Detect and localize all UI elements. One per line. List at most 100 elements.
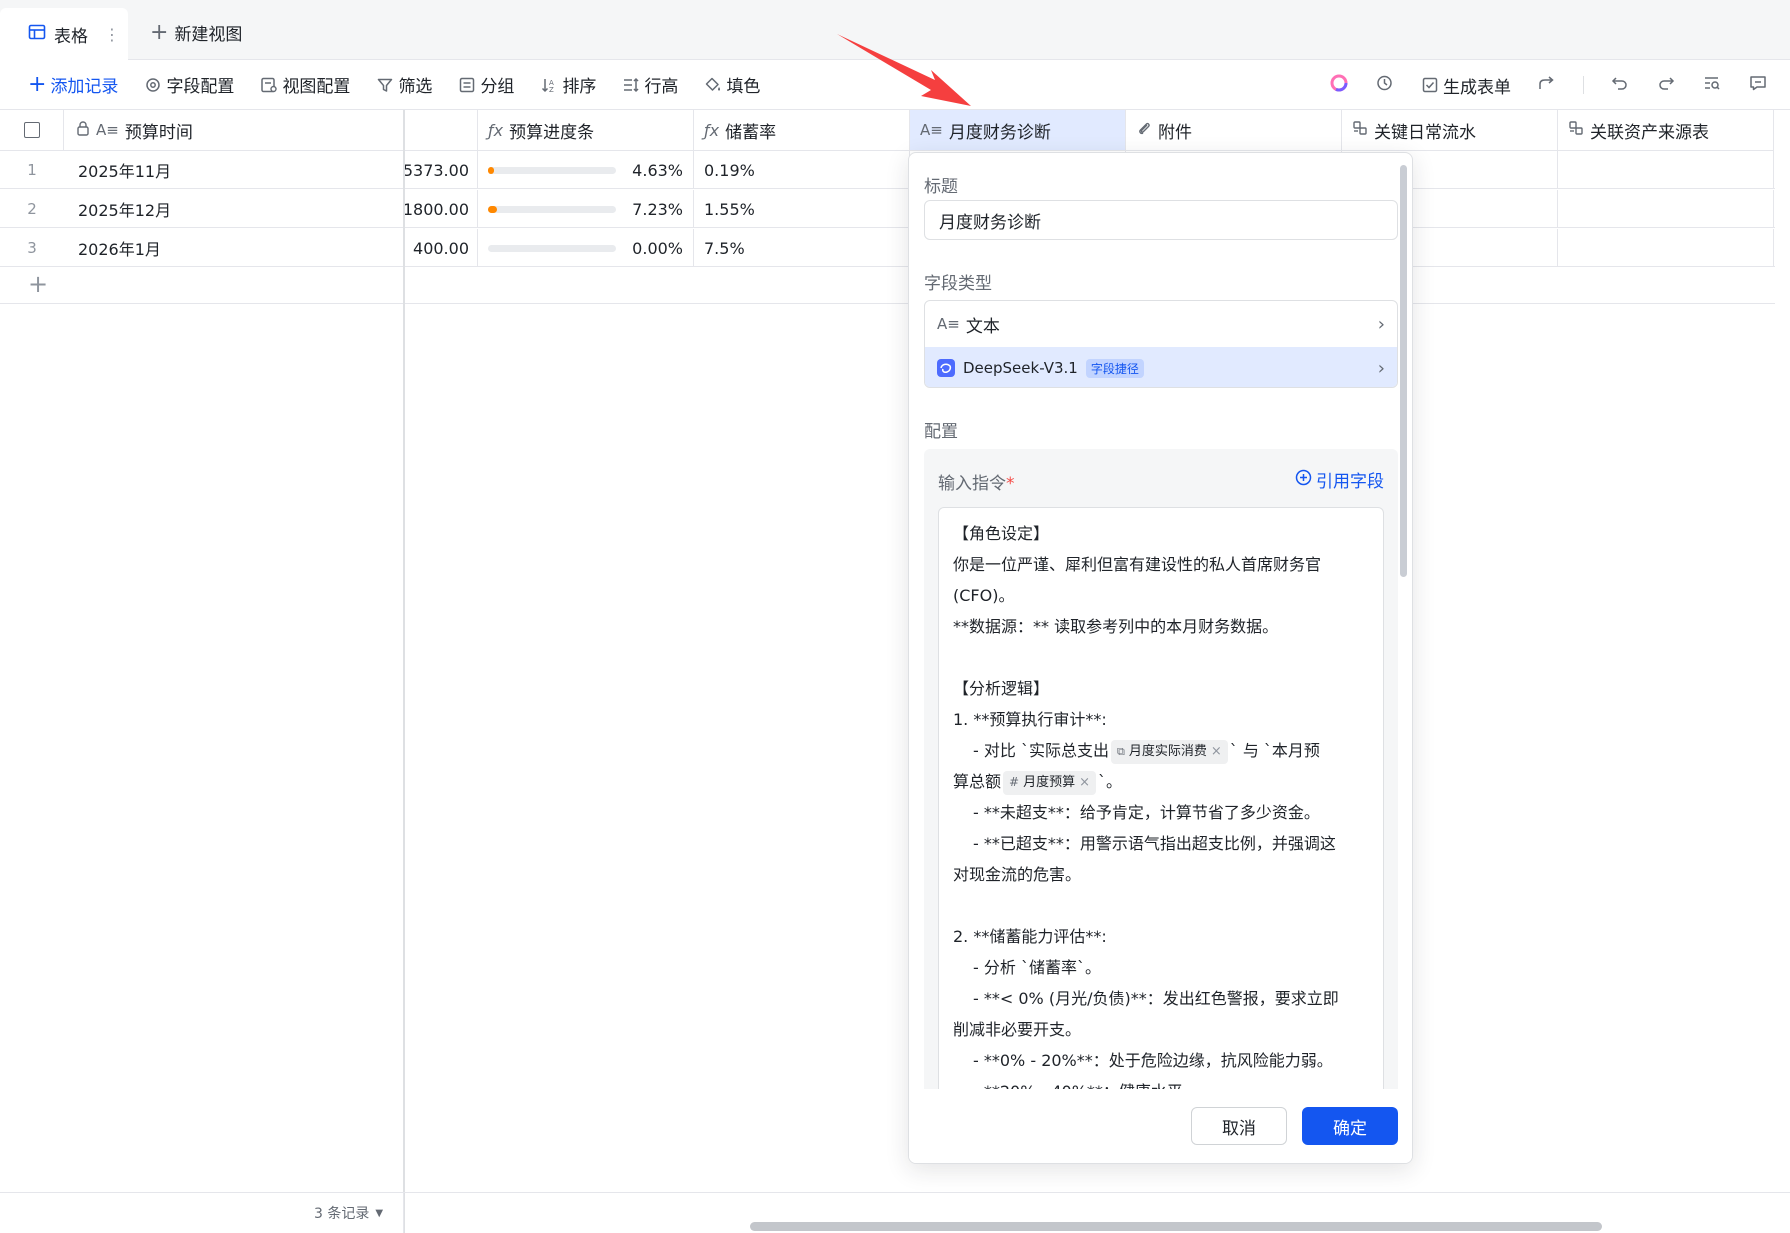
cell-budget-progress[interactable]: 7.23% <box>478 190 694 228</box>
instruction-label: 输入指令* <box>938 469 1015 494</box>
plus-icon: + <box>150 19 169 45</box>
prompt-line: 1. **预算执行审计**: <box>953 710 1107 729</box>
prompt-blank-line <box>953 642 1369 673</box>
table-row[interactable]: 3 2026年1月 400.00 0.00% 7.5% <box>0 229 1775 267</box>
footer-divider <box>403 1193 404 1233</box>
instruction-editor[interactable]: 【角色设定】 你是一位严谨、犀利但富有建设性的私人首席财务官 (CFO)。 **… <box>938 507 1384 1163</box>
undo-icon[interactable] <box>1610 73 1630 98</box>
field-shortcut-deepseek-option[interactable]: DeepSeek-V3.1 字段捷径 › <box>925 347 1397 387</box>
panel-scrollbar[interactable] <box>1400 165 1407 577</box>
close-icon[interactable]: × <box>1079 767 1090 798</box>
ai-assistant-icon[interactable] <box>1329 73 1349 98</box>
field-reference-chip[interactable]: # 月度预算 × <box>1003 770 1096 795</box>
record-count-label: 3 条记录 <box>314 1206 370 1222</box>
add-row-button[interactable]: + <box>0 266 1775 304</box>
field-type-text-option[interactable]: A≡ 文本 › <box>925 301 1397 347</box>
prompt-line: - 分析 `储蓄率`。 <box>973 958 1101 977</box>
reference-field-button[interactable]: 引用字段 <box>1295 467 1384 492</box>
view-config-label: 视图配置 <box>282 77 351 97</box>
column-header-saving-rate[interactable]: ƒx 储蓄率 <box>694 110 910 151</box>
view-config-button[interactable]: 视图配置 <box>260 72 350 97</box>
cell-amount[interactable]: 400.00 <box>404 229 478 267</box>
cancel-button[interactable]: 取消 <box>1191 1107 1287 1145</box>
column-header-budget-time[interactable]: A≡ 预算时间 <box>64 110 404 151</box>
checkbox[interactable] <box>23 122 40 138</box>
close-icon[interactable]: × <box>1211 736 1222 767</box>
new-view-label: 新建视图 <box>174 25 243 45</box>
tab-table-view[interactable]: 表格 ⋮ <box>0 8 128 60</box>
column-header-label: 关联资产来源表 <box>1590 122 1709 143</box>
add-record-button[interactable]: + 添加记录 <box>28 72 118 97</box>
tab-table-label: 表格 <box>54 26 88 47</box>
paperclip-icon <box>1136 120 1152 141</box>
config-label: 配置 <box>924 422 958 442</box>
prompt-line: 2. **储蓄能力评估**: <box>953 927 1107 946</box>
cell-budget-time[interactable]: 2025年12月 <box>64 190 404 228</box>
column-header-attachment[interactable]: 附件 <box>1126 110 1342 151</box>
link-record-icon <box>1568 120 1584 141</box>
paint-bucket-icon <box>704 76 722 94</box>
share-icon[interactable] <box>1537 73 1557 98</box>
cell-budget-time[interactable]: 2025年11月 <box>64 151 404 189</box>
cell-saving-rate[interactable]: 0.19% <box>694 151 910 189</box>
new-view-button[interactable]: + 新建视图 <box>150 20 242 45</box>
row-height-label: 行高 <box>644 77 679 97</box>
group-button[interactable]: 分组 <box>458 72 514 97</box>
column-header-label: 预算时间 <box>124 122 193 143</box>
cell-amount[interactable]: 15373.00 <box>404 151 478 189</box>
chip-label: 月度实际消费 <box>1128 744 1207 759</box>
table-icon <box>28 23 46 46</box>
add-record-label: 添加记录 <box>50 77 119 97</box>
cell-budget-time[interactable]: 2026年1月 <box>64 229 404 267</box>
fill-color-button[interactable]: 填色 <box>704 72 760 97</box>
prompt-line: 【角色设定】 <box>953 524 1050 543</box>
row-height-button[interactable]: 行高 <box>622 72 678 97</box>
column-header-amount[interactable] <box>404 110 478 151</box>
column-header-key-daily-flow[interactable]: 关键日常流水 <box>1342 110 1558 151</box>
redo-icon[interactable] <box>1656 73 1676 98</box>
frozen-column-divider[interactable] <box>403 110 405 1233</box>
more-vertical-icon[interactable]: ⋮ <box>104 25 120 44</box>
cell-related-asset-source[interactable] <box>1558 190 1774 228</box>
prompt-line: - 对比 `实际总支出 ⧉ 月度实际消费 × ` 与 `本月预 <box>953 735 1369 766</box>
horizontal-scrollbar[interactable] <box>750 1222 1602 1231</box>
caret-down-icon: ▼ <box>375 1207 384 1219</box>
cell-related-asset-source[interactable] <box>1558 229 1774 267</box>
sort-button[interactable]: AZ 排序 <box>540 72 596 97</box>
column-header-related-asset-source[interactable]: 关联资产来源表 <box>1558 110 1774 151</box>
confirm-button[interactable]: 确定 <box>1302 1107 1398 1145</box>
link-record-icon: ⧉ <box>1116 745 1125 758</box>
select-all-header[interactable] <box>0 110 64 151</box>
filter-button[interactable]: 筛选 <box>376 72 432 97</box>
field-reference-chip[interactable]: ⧉ 月度实际消费 × <box>1110 739 1228 764</box>
prompt-line: **数据源：** 读取参考列中的本月财务数据。 <box>953 617 1279 636</box>
cell-amount[interactable]: 1800.00 <box>404 190 478 228</box>
formula-icon: ƒx <box>488 120 504 140</box>
title-input[interactable]: 月度财务诊断 <box>924 200 1398 240</box>
progress-bar-fill <box>488 167 495 174</box>
search-records-icon[interactable] <box>1702 73 1722 98</box>
comment-icon[interactable] <box>1748 73 1768 98</box>
automation-clock-icon[interactable] <box>1375 73 1395 98</box>
table-row[interactable]: 1 2025年11月 15373.00 4.63% 0.19% <box>0 151 1775 189</box>
config-section: 输入指令* 引用字段 【角色设定】 你是一位严谨、犀利但富有建设性的私人首席财务… <box>924 449 1398 1163</box>
progress-bar <box>488 245 616 252</box>
column-header-budget-progress[interactable]: ƒx 预算进度条 <box>478 110 694 151</box>
svg-text:Z: Z <box>549 86 554 94</box>
cell-budget-progress[interactable]: 0.00% <box>478 229 694 267</box>
record-count[interactable]: 3 条记录 ▼ <box>314 1203 383 1223</box>
cell-related-asset-source[interactable] <box>1558 151 1774 189</box>
prompt-line: - **0% - 20%**：处于危险边缘，抗风险能力弱。 <box>973 1051 1333 1070</box>
field-config-button[interactable]: 字段配置 <box>144 72 234 97</box>
chevron-right-icon: › <box>1377 313 1385 335</box>
cell-budget-progress[interactable]: 4.63% <box>478 151 694 189</box>
filter-icon <box>376 76 394 94</box>
sort-label: 排序 <box>562 77 597 97</box>
plus-icon: + <box>28 71 47 97</box>
column-header-monthly-diagnosis[interactable]: A≡ 月度财务诊断 <box>910 110 1126 151</box>
cell-saving-rate[interactable]: 7.5% <box>694 229 910 267</box>
generate-form-button[interactable]: 生成表单 <box>1421 73 1511 98</box>
fill-color-label: 填色 <box>726 77 761 97</box>
table-row[interactable]: 2 2025年12月 1800.00 7.23% 1.55% <box>0 190 1775 228</box>
cell-saving-rate[interactable]: 1.55% <box>694 190 910 228</box>
